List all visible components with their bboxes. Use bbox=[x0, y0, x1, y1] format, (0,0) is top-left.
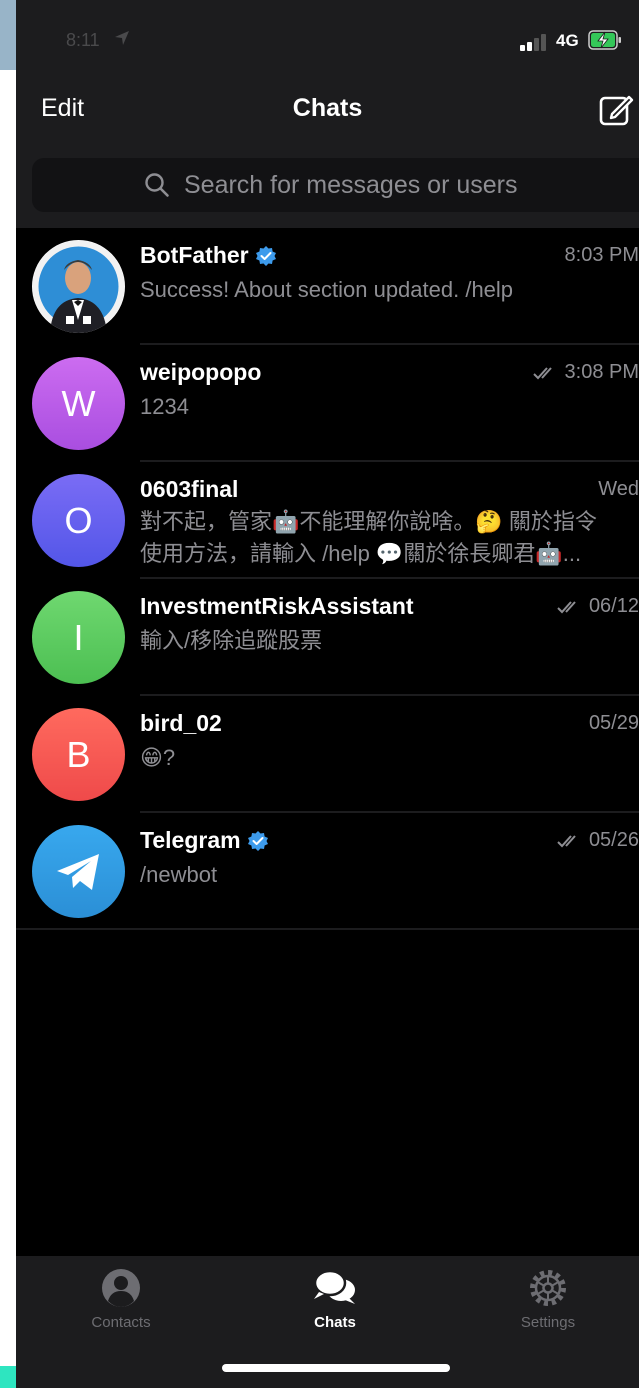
header-area: 8:11 4G Edit Chats bbox=[16, 0, 639, 228]
tab-label: Contacts bbox=[91, 1314, 151, 1331]
chat-time-text: 05/29 bbox=[588, 712, 639, 734]
chat-preview-line: 😁? bbox=[140, 745, 176, 770]
chat-time-text: Wed bbox=[598, 478, 639, 500]
status-time: 8:11 bbox=[66, 30, 100, 50]
chat-row-weipopopo[interactable]: W weipopopo 3:08 PM 1234 bbox=[16, 345, 639, 462]
chat-preview-line: /newbot bbox=[140, 862, 218, 887]
chat-preview: 1234 bbox=[140, 391, 639, 423]
signal-icon bbox=[520, 33, 550, 51]
chat-time: 3:08 PM bbox=[532, 361, 639, 384]
double-check-icon bbox=[557, 834, 576, 847]
verified-badge-icon bbox=[255, 245, 276, 266]
search-input[interactable] bbox=[184, 168, 624, 202]
tab-chats[interactable]: Chats bbox=[275, 1268, 395, 1331]
chat-name-bird-02: bird_02 bbox=[140, 710, 222, 737]
battery-charging-icon bbox=[588, 30, 621, 50]
chat-name-text: InvestmentRiskAssistant bbox=[140, 593, 414, 619]
avatar-investmentriskassistant: I bbox=[32, 591, 125, 684]
paper-plane-icon bbox=[56, 853, 99, 890]
avatar-letter: B bbox=[66, 733, 91, 775]
chat-time-text: 06/12 bbox=[588, 595, 639, 617]
chat-preview-line: 1234 bbox=[140, 394, 189, 419]
chat-name-text: Telegram bbox=[140, 827, 241, 853]
chat-name-text: 0603final bbox=[140, 476, 239, 502]
person-circle-icon bbox=[102, 1269, 140, 1307]
chat-name-text: BotFather bbox=[140, 242, 249, 268]
chat-name-investmentriskassistant: InvestmentRiskAssistant bbox=[140, 593, 414, 620]
chat-list: BotFather 8:03 PM Success! About section… bbox=[16, 228, 639, 930]
chat-preview-line: Success! About section updated. /help bbox=[140, 277, 514, 302]
chat-name-text: weipopopo bbox=[140, 359, 262, 385]
avatar-botfather bbox=[32, 240, 125, 333]
chat-preview: /newbot bbox=[140, 859, 639, 891]
gear-icon bbox=[530, 1270, 566, 1306]
avatar-0603final: O bbox=[32, 474, 125, 567]
chat-name-0603final: 0603final bbox=[140, 476, 238, 503]
chat-bubbles-icon bbox=[313, 1269, 355, 1304]
chat-row-0603final[interactable]: O 0603final Wed 對不起，管家🤖不能理解你說啥。🤔 關於指令 使用… bbox=[16, 462, 639, 579]
chat-time: 06/12 bbox=[557, 595, 639, 618]
tab-label: Settings bbox=[520, 1314, 576, 1331]
chat-row-botfather[interactable]: BotFather 8:03 PM Success! About section… bbox=[16, 228, 639, 345]
location-arrow-icon bbox=[115, 31, 129, 45]
background-strip-bottom bbox=[0, 1366, 16, 1388]
chat-time: 05/29 bbox=[589, 712, 639, 735]
tab-contacts[interactable]: Contacts bbox=[61, 1268, 181, 1331]
home-indicator[interactable] bbox=[222, 1364, 450, 1372]
avatar-bird-02: B bbox=[32, 708, 125, 801]
chat-name-telegram: Telegram bbox=[140, 827, 269, 854]
chat-name-botfather: BotFather bbox=[140, 242, 277, 269]
chat-preview-line: 輸入/移除追蹤股票 bbox=[140, 628, 323, 653]
chat-preview: 輸入/移除追蹤股票 bbox=[140, 625, 639, 657]
chat-time-text: 05/26 bbox=[588, 829, 639, 851]
botfather-avatar-image bbox=[32, 240, 125, 333]
phone-screen: 8:11 4G Edit Chats Search for messages o… bbox=[16, 0, 639, 1388]
chat-time-text: 8:03 PM bbox=[564, 244, 639, 266]
avatar-telegram bbox=[32, 825, 125, 918]
double-check-icon bbox=[557, 600, 576, 613]
chat-time: 05/26 bbox=[557, 829, 639, 852]
chat-name-text: bird_02 bbox=[140, 710, 222, 736]
chat-preview-line: 使用方法，請輸入 /help 💬關於徐長卿君🤖... bbox=[140, 541, 582, 566]
chat-preview: Success! About section updated. /help bbox=[140, 274, 639, 306]
search-icon bbox=[145, 173, 169, 197]
chat-row-telegram[interactable]: Telegram 05/26 /newbot bbox=[16, 813, 639, 930]
avatar-letter: O bbox=[64, 499, 93, 541]
chat-preview-line: 對不起，管家🤖不能理解你說啥。🤔 關於指令 bbox=[140, 509, 597, 534]
chat-preview: 對不起，管家🤖不能理解你說啥。🤔 關於指令 使用方法，請輸入 /help 💬關於… bbox=[140, 506, 639, 570]
chat-name-weipopopo: weipopopo bbox=[140, 359, 261, 386]
background-strip-top bbox=[0, 0, 16, 70]
tab-settings[interactable]: Settings bbox=[488, 1268, 608, 1331]
tab-label: Chats bbox=[314, 1314, 356, 1331]
verified-badge-icon bbox=[247, 830, 268, 851]
compose-icon[interactable] bbox=[598, 92, 634, 128]
chat-row-bird-02[interactable]: B bird_02 05/29 😁? bbox=[16, 696, 639, 813]
chat-preview: 😁? bbox=[140, 742, 639, 774]
avatar-letter: I bbox=[73, 616, 84, 658]
chat-time: Wed bbox=[598, 478, 639, 501]
double-check-icon bbox=[532, 366, 552, 379]
search-bar[interactable] bbox=[32, 158, 639, 212]
chat-time-text: 3:08 PM bbox=[564, 361, 639, 383]
chat-row-investmentriskassistant[interactable]: I InvestmentRiskAssistant 06/12 輸入/移除追蹤股… bbox=[16, 579, 639, 696]
chat-time: 8:03 PM bbox=[565, 244, 639, 267]
page-title: Chats bbox=[292, 94, 363, 122]
avatar-weipopopo: W bbox=[32, 357, 125, 450]
avatar-letter: W bbox=[61, 382, 96, 424]
network-type: 4G bbox=[556, 31, 579, 50]
